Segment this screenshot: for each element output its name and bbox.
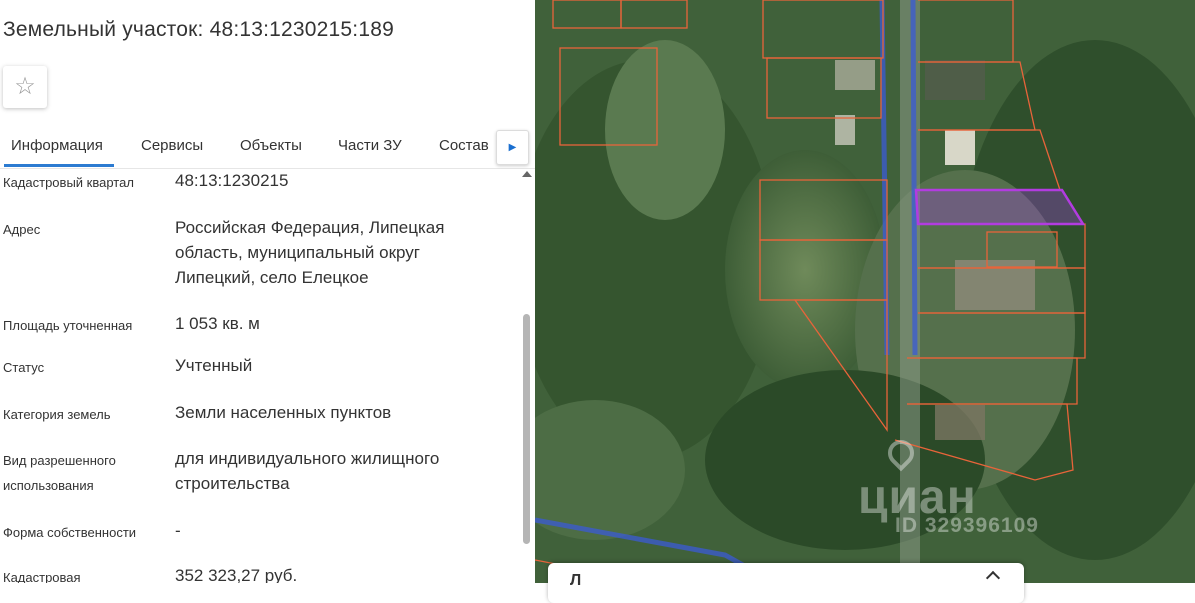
property-value: 48:13:1230215 <box>175 171 289 190</box>
map-view[interactable]: циан ID 329396109 <box>535 0 1195 583</box>
watermark-id: ID 329396109 <box>895 514 1039 537</box>
chevron-right-icon: ▶ <box>508 142 517 153</box>
property-value: 352 323,27 руб. <box>175 566 298 583</box>
scroll-up-arrow-icon[interactable] <box>522 171 532 177</box>
property-value: Учтенный <box>175 356 253 375</box>
property-value: для индивидуального жилищного строительс… <box>175 449 440 493</box>
property-label: Адрес <box>3 222 41 237</box>
bottom-panel-title: Л <box>570 572 582 589</box>
active-tab-indicator <box>4 164 114 167</box>
property-label: Кадастровая <box>3 570 81 583</box>
property-value: Российская Федерация, Липецкая область, … <box>175 218 445 287</box>
tab-composition[interactable]: Состав <box>439 137 489 154</box>
property-label: Категория земель <box>3 407 111 422</box>
star-outline-icon: ☆ <box>14 73 36 100</box>
tab-info[interactable]: Информация <box>11 137 103 154</box>
info-panel: Земельный участок: 48:13:1230215:189 ☆ И… <box>0 0 535 583</box>
tab-parts[interactable]: Части ЗУ <box>338 137 402 154</box>
tab-services[interactable]: Сервисы <box>141 137 203 154</box>
property-value: 1 053 кв. м <box>175 314 260 333</box>
scroll-thumb[interactable] <box>523 314 530 544</box>
property-label: Вид разрешенного использования <box>3 453 116 493</box>
property-label: Площадь уточненная <box>3 318 133 333</box>
page-title: Земельный участок: 48:13:1230215:189 <box>3 18 394 41</box>
property-value: Земли населенных пунктов <box>175 403 392 422</box>
scrollbar[interactable] <box>521 168 533 583</box>
property-label: Форма собственности <box>3 525 137 540</box>
property-value: - <box>175 521 181 540</box>
map-bottom-panel[interactable]: Л <box>548 563 1024 603</box>
tab-objects[interactable]: Объекты <box>240 137 302 154</box>
properties-list: Кадастровый квартал 48:13:1230215 Адрес … <box>0 168 520 583</box>
property-label: Кадастровый квартал <box>3 175 134 190</box>
favorite-button[interactable]: ☆ <box>3 66 47 108</box>
tabs-next-button[interactable]: ▶ <box>496 130 529 165</box>
property-label: Статус <box>3 360 45 375</box>
tab-bar: Информация Сервисы Объекты Части ЗУ Сост… <box>0 126 535 169</box>
